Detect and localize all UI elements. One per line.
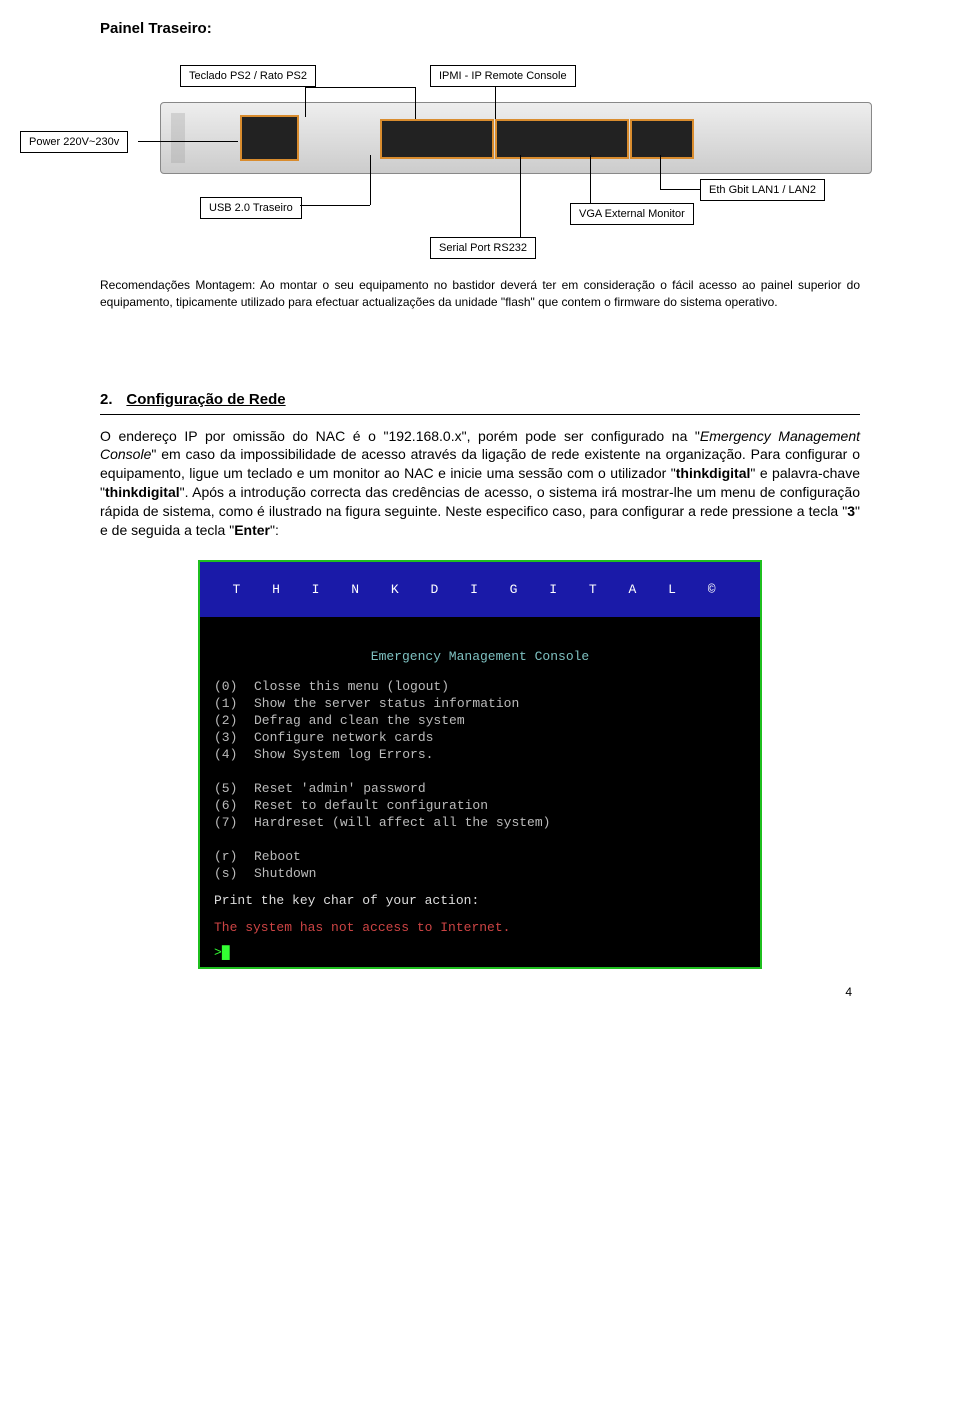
- section-title: Configuração de Rede: [126, 391, 285, 412]
- page-number: 4: [100, 985, 860, 999]
- label-eth: Eth Gbit LAN1 / LAN2: [700, 179, 825, 201]
- terminal-prompt-label: Print the key char of your action:: [214, 892, 746, 909]
- terminal-menu-line: (4)Show System log Errors.: [214, 746, 746, 763]
- text-span: ". Após a introdução correcta das credên…: [100, 484, 860, 519]
- text-bold: Enter: [234, 522, 270, 538]
- io-ports: [495, 119, 629, 159]
- cursor-block: █: [222, 945, 230, 960]
- power-port: [240, 115, 299, 161]
- page-title: Painel Traseiro:: [100, 20, 860, 37]
- terminal-menu-line: (6)Reset to default configuration: [214, 797, 746, 814]
- terminal-banner: T H I N K D I G I T A L ©: [200, 562, 760, 617]
- section-header: 2. Configuração de Rede: [100, 351, 860, 415]
- text-span: O endereço IP por omissão do NAC é o "19…: [100, 428, 700, 444]
- section-number: 2.: [100, 391, 113, 412]
- terminal-menu-line: (1)Show the server status information: [214, 695, 746, 712]
- terminal-cursor: >: [214, 945, 222, 960]
- label-teclado: Teclado PS2 / Rato PS2: [180, 65, 316, 87]
- terminal-menu-line: (s)Shutdown: [214, 865, 746, 882]
- body-paragraph: O endereço IP por omissão do NAC é o "19…: [100, 427, 860, 540]
- terminal-warning: The system has not access to Internet.: [214, 919, 746, 936]
- ps2-ports: [380, 119, 494, 159]
- text-bold: thinkdigital: [105, 484, 180, 500]
- terminal-menu-line: (5)Reset 'admin' password: [214, 780, 746, 797]
- label-vga: VGA External Monitor: [570, 203, 694, 225]
- label-usb: USB 2.0 Traseiro: [200, 197, 302, 219]
- label-ipmi: IPMI - IP Remote Console: [430, 65, 576, 87]
- terminal-menu-line: (3)Configure network cards: [214, 729, 746, 746]
- terminal-menu-line: (0)Closse this menu (logout): [214, 678, 746, 695]
- terminal-menu-line: (r)Reboot: [214, 848, 746, 865]
- terminal-menu: (0)Closse this menu (logout)(1)Show the …: [214, 678, 746, 882]
- rear-panel-diagram: Teclado PS2 / Rato PS2 IPMI - IP Remote …: [100, 47, 860, 267]
- label-serial: Serial Port RS232: [430, 237, 536, 259]
- text-bold: thinkdigital: [676, 465, 751, 481]
- terminal-screenshot: T H I N K D I G I T A L © Emergency Mana…: [198, 560, 762, 969]
- terminal-title: Emergency Management Console: [214, 627, 746, 678]
- label-power: Power 220V~230v: [20, 131, 128, 153]
- lan-ports: [630, 119, 694, 159]
- terminal-menu-line: (2)Defrag and clean the system: [214, 712, 746, 729]
- text-bold: 3: [847, 503, 855, 519]
- terminal-menu-line: [214, 831, 746, 848]
- recommendation-text: Recomendações Montagem: Ao montar o seu …: [100, 277, 860, 311]
- terminal-menu-line: [214, 763, 746, 780]
- terminal-menu-line: (7)Hardreset (will affect all the system…: [214, 814, 746, 831]
- text-span: ":: [270, 522, 279, 538]
